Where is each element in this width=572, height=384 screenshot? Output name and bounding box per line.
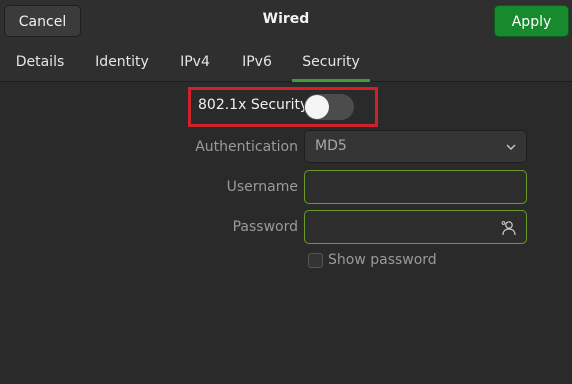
password-field[interactable] (304, 210, 527, 244)
tab-bar: Details Identity IPv4 IPv6 Security (0, 42, 572, 82)
tab-details[interactable]: Details (6, 42, 74, 82)
switch-knob (305, 95, 329, 119)
tab-ipv4[interactable]: IPv4 (172, 42, 218, 82)
authentication-dropdown[interactable]: MD5 (304, 130, 527, 163)
window-title: Wired (262, 11, 310, 27)
header-bar: Cancel Wired Apply (0, 0, 572, 42)
authentication-value: MD5 (315, 138, 347, 154)
username-field[interactable] (304, 170, 527, 204)
chevron-down-icon (506, 144, 516, 150)
security-toggle-label: 802.1x Security (198, 97, 309, 113)
username-label: Username (226, 179, 298, 195)
show-password-label[interactable]: Show password (328, 252, 437, 268)
security-toggle-switch[interactable] (304, 94, 354, 120)
password-label: Password (232, 219, 298, 235)
tab-ipv6[interactable]: IPv6 (234, 42, 280, 82)
show-password-checkbox[interactable] (308, 253, 323, 268)
authentication-label: Authentication (195, 139, 298, 155)
password-visibility-icon[interactable] (500, 219, 518, 237)
tab-identity[interactable]: Identity (86, 42, 158, 82)
tab-security[interactable]: Security (292, 42, 370, 82)
apply-button[interactable]: Apply (494, 5, 569, 37)
